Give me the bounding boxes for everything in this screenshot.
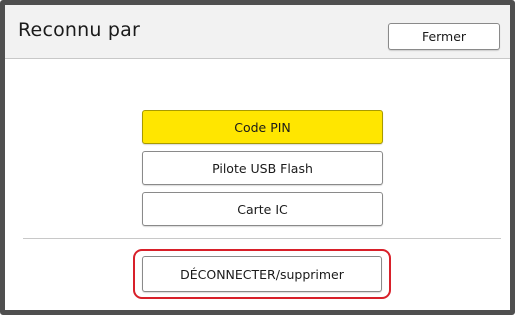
- dialog-header: Reconnu par Fermer: [5, 5, 510, 59]
- dialog-window: Reconnu par Fermer Code PIN Pilote USB F…: [0, 0, 515, 315]
- option-pin-code-button[interactable]: Code PIN: [142, 110, 383, 144]
- dialog-title: Reconnu par: [18, 19, 140, 41]
- disconnect-delete-button[interactable]: DÉCONNECTER/supprimer: [142, 256, 382, 292]
- close-button[interactable]: Fermer: [388, 23, 500, 50]
- option-ic-card-button[interactable]: Carte IC: [142, 192, 383, 226]
- option-usb-flash-button[interactable]: Pilote USB Flash: [142, 151, 383, 185]
- section-divider: [23, 238, 501, 239]
